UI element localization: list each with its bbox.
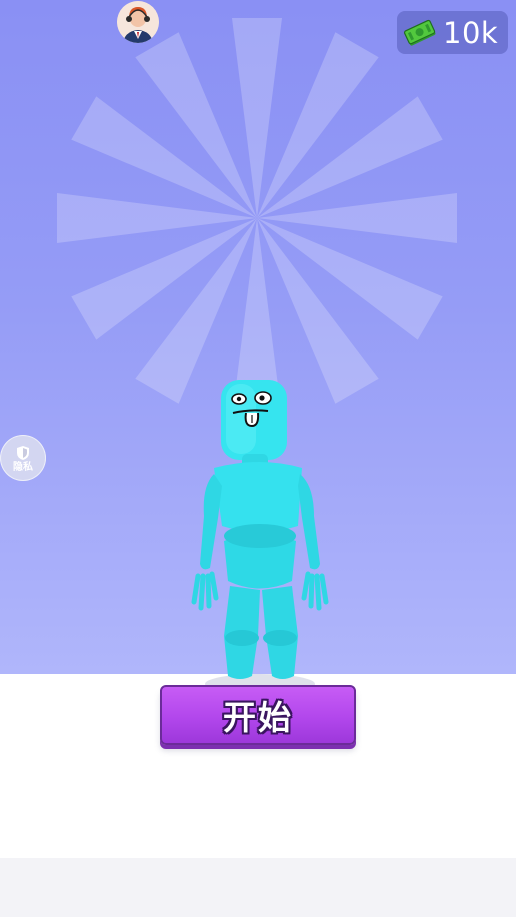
cash-icon bbox=[403, 19, 436, 46]
privacy-label: 隐私 bbox=[13, 461, 33, 473]
cyan-stickman-character bbox=[191, 380, 329, 694]
privacy-button[interactable]: 隐私 bbox=[0, 435, 46, 481]
currency-value: 10k bbox=[443, 15, 499, 50]
player-avatar-icon[interactable] bbox=[117, 1, 159, 43]
shield-icon bbox=[17, 445, 29, 460]
start-button-label: 开始 bbox=[223, 698, 293, 737]
currency-display[interactable]: 10k bbox=[397, 11, 508, 54]
bottom-strip bbox=[0, 858, 516, 917]
start-button[interactable]: 开始 bbox=[160, 685, 356, 745]
